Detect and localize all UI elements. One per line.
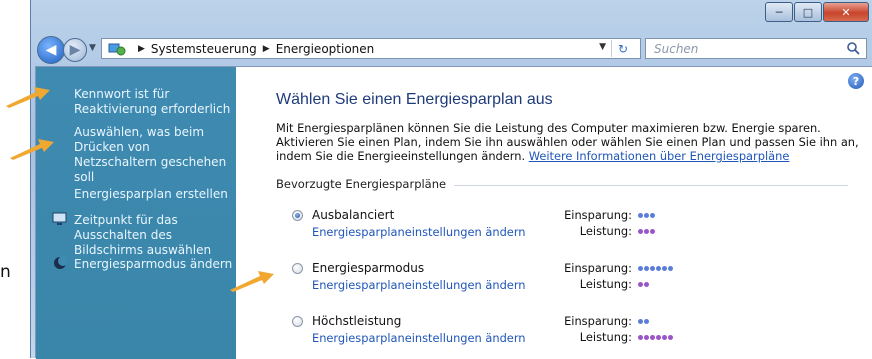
saving-rating-dot bbox=[650, 213, 655, 218]
chevron-down-icon[interactable]: ▼ bbox=[599, 42, 606, 52]
saving-dots bbox=[638, 266, 673, 271]
performance-metric: Leistung: bbox=[548, 224, 708, 238]
performance-rating-dot bbox=[656, 335, 661, 340]
plan-hoechstleistung: Höchstleistung Energiesparplaneinstellun… bbox=[292, 314, 852, 350]
control-panel-window: ─ □ ✕ ◀ ▶ ▼ ▶ Systemsteuerung ▶ Energieo… bbox=[30, 0, 872, 359]
plan-name[interactable]: Höchstleistung bbox=[312, 314, 401, 328]
performance-metric: Leistung: bbox=[548, 277, 708, 291]
sidebar-item-password[interactable]: Kennwort ist für Reaktivierung erforderl… bbox=[74, 87, 234, 117]
sidebar-item-power-buttons[interactable]: Auswählen, was beim Drücken von Netzscha… bbox=[74, 125, 234, 185]
history-dropdown-icon[interactable]: ▼ bbox=[89, 43, 96, 53]
performance-label: Leistung: bbox=[579, 277, 632, 291]
back-arrow-icon[interactable]: ◀ bbox=[37, 36, 65, 64]
saving-rating-dot bbox=[656, 266, 661, 271]
saving-rating-dot bbox=[650, 266, 655, 271]
plan-radio[interactable] bbox=[292, 210, 303, 221]
performance-label: Leistung: bbox=[579, 224, 632, 238]
sidebar-item-create-plan[interactable]: Energiesparplan erstellen bbox=[74, 187, 234, 202]
content-frame: Kennwort ist für Reaktivierung erforderl… bbox=[35, 66, 872, 359]
saving-rating-dot bbox=[668, 266, 673, 271]
help-icon[interactable]: ? bbox=[848, 73, 864, 89]
saving-label: Einsparung: bbox=[564, 208, 632, 222]
performance-rating-dot bbox=[662, 335, 667, 340]
annotation-arrow-icon bbox=[230, 271, 274, 292]
plan-settings-link[interactable]: Energiesparplaneinstellungen ändern bbox=[312, 278, 526, 292]
search-input[interactable]: Suchen bbox=[645, 38, 867, 59]
sidebar-item-display-off[interactable]: Zeitpunkt für das Ausschalten des Bildsc… bbox=[74, 213, 234, 258]
more-info-link[interactable]: Weitere Informationen über Energiesparpl… bbox=[529, 149, 790, 163]
saving-rating-dot bbox=[662, 266, 667, 271]
saving-metric: Einsparung: bbox=[548, 261, 708, 275]
performance-rating-dot bbox=[644, 335, 649, 340]
annotation-arrow-icon bbox=[6, 87, 50, 108]
saving-metric: Einsparung: bbox=[548, 208, 708, 222]
address-bar[interactable]: ▶ Systemsteuerung ▶ Energieoptionen ▼ ↻ bbox=[101, 38, 641, 59]
plan-name[interactable]: Ausbalanciert bbox=[312, 208, 394, 222]
control-panel-icon bbox=[108, 42, 126, 56]
saving-rating-dot bbox=[644, 213, 649, 218]
plan-energiesparmodus: Energiesparmodus Energiesparplaneinstell… bbox=[292, 261, 852, 297]
breadcrumb-systemsteuerung[interactable]: Systemsteuerung bbox=[151, 42, 257, 56]
minimize-icon[interactable]: ─ bbox=[765, 2, 793, 22]
group-label: Bevorzugte Energiesparpläne bbox=[276, 177, 455, 191]
sidebar-item-sleep[interactable]: Energiesparmodus ändern bbox=[74, 257, 234, 272]
performance-rating-dot bbox=[638, 282, 643, 287]
search-placeholder: Suchen bbox=[654, 41, 699, 56]
plan-settings-link[interactable]: Energiesparplaneinstellungen ändern bbox=[312, 331, 526, 345]
performance-rating-dot bbox=[638, 229, 643, 234]
navigation-bar: ◀ ▶ ▼ ▶ Systemsteuerung ▶ Energieoptione… bbox=[31, 34, 872, 64]
chevron-right-icon[interactable]: ▶ bbox=[263, 44, 270, 54]
performance-label: Leistung: bbox=[579, 330, 632, 344]
saving-rating-dot bbox=[638, 213, 643, 218]
maximize-icon[interactable]: □ bbox=[794, 2, 822, 22]
forward-arrow-icon[interactable]: ▶ bbox=[63, 38, 87, 62]
performance-rating-dot bbox=[650, 229, 655, 234]
saving-label: Einsparung: bbox=[564, 314, 632, 328]
performance-rating-dot bbox=[650, 335, 655, 340]
performance-metric: Leistung: bbox=[548, 330, 708, 344]
cropped-text: n bbox=[0, 262, 11, 282]
plan-ausbalanciert: Ausbalanciert Energiesparplaneinstellung… bbox=[292, 208, 852, 244]
saving-label: Einsparung: bbox=[564, 261, 632, 275]
breadcrumb-energieoptionen[interactable]: Energieoptionen bbox=[276, 42, 375, 56]
plan-settings-link[interactable]: Energiesparplaneinstellungen ändern bbox=[312, 225, 526, 239]
saving-rating-dot bbox=[638, 319, 643, 324]
page-description: Mit Energiesparplänen können Sie die Lei… bbox=[276, 121, 866, 163]
plan-name[interactable]: Energiesparmodus bbox=[312, 261, 424, 275]
monitor-icon bbox=[52, 211, 68, 227]
moon-icon bbox=[52, 255, 68, 271]
performance-rating-dot bbox=[644, 229, 649, 234]
search-icon[interactable] bbox=[846, 41, 860, 55]
plan-radio[interactable] bbox=[292, 316, 303, 327]
performance-rating-dot bbox=[638, 335, 643, 340]
page-title: Wählen Sie einen Energiesparplan aus bbox=[276, 91, 553, 108]
performance-rating-dot bbox=[668, 335, 673, 340]
task-sidebar: Kennwort ist für Reaktivierung erforderl… bbox=[36, 67, 236, 359]
performance-dots bbox=[638, 229, 655, 234]
performance-dots bbox=[638, 335, 673, 340]
saving-rating-dot bbox=[644, 266, 649, 271]
performance-rating-dot bbox=[644, 282, 649, 287]
performance-dots bbox=[638, 282, 649, 287]
saving-rating-dot bbox=[638, 266, 643, 271]
saving-dots bbox=[638, 213, 655, 218]
plan-radio[interactable] bbox=[292, 263, 303, 274]
saving-rating-dot bbox=[644, 319, 649, 324]
window-controls: ─ □ ✕ bbox=[764, 2, 869, 22]
saving-metric: Einsparung: bbox=[548, 314, 708, 328]
annotation-arrow-icon bbox=[10, 139, 54, 160]
refresh-icon[interactable]: ↻ bbox=[611, 40, 634, 57]
chevron-right-icon[interactable]: ▶ bbox=[138, 44, 145, 54]
saving-dots bbox=[638, 319, 649, 324]
close-icon[interactable]: ✕ bbox=[823, 2, 869, 22]
main-content: ? Wählen Sie einen Energiesparplan aus M… bbox=[236, 67, 872, 359]
